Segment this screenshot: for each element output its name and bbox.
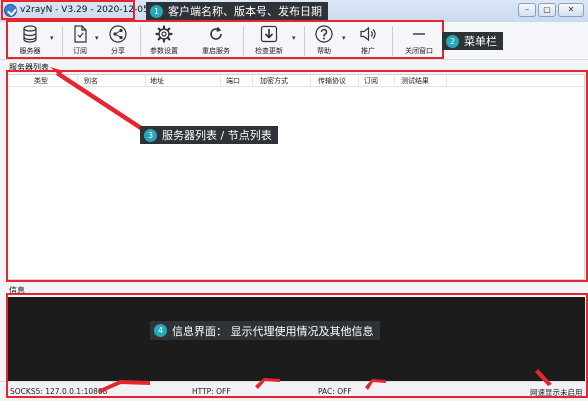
annotation-label-1: 1 客户端名称、版本号、发布日期 [146,2,328,20]
annotation-label-3: 3 服务器列表 / 节点列表 [140,126,278,144]
arrow-shaft [56,71,148,134]
arrow-http [255,378,280,389]
annotation-text: 菜单栏 [464,35,497,48]
annotation-label-4: 4 信息界面： 显示代理使用情况及其他信息 [150,321,380,340]
arrow-speed [535,369,552,386]
annotation-text: 服务器列表 / 节点列表 [162,129,272,142]
annotation-text: 客户端名称、版本号、发布日期 [168,5,322,18]
annotation-number-badge: 4 [154,324,167,337]
annotation-arrows [50,67,552,393]
annotation-text: 信息界面： 显示代理使用情况及其他信息 [172,324,374,338]
annotation-number-badge: 1 [150,4,163,18]
arrow-socks [98,380,150,393]
annotation-number-badge: 2 [446,34,459,48]
arrow-pac [365,379,386,390]
annotation-number-badge: 3 [144,128,157,142]
annotation-label-2: 2 菜单栏 [442,32,503,50]
